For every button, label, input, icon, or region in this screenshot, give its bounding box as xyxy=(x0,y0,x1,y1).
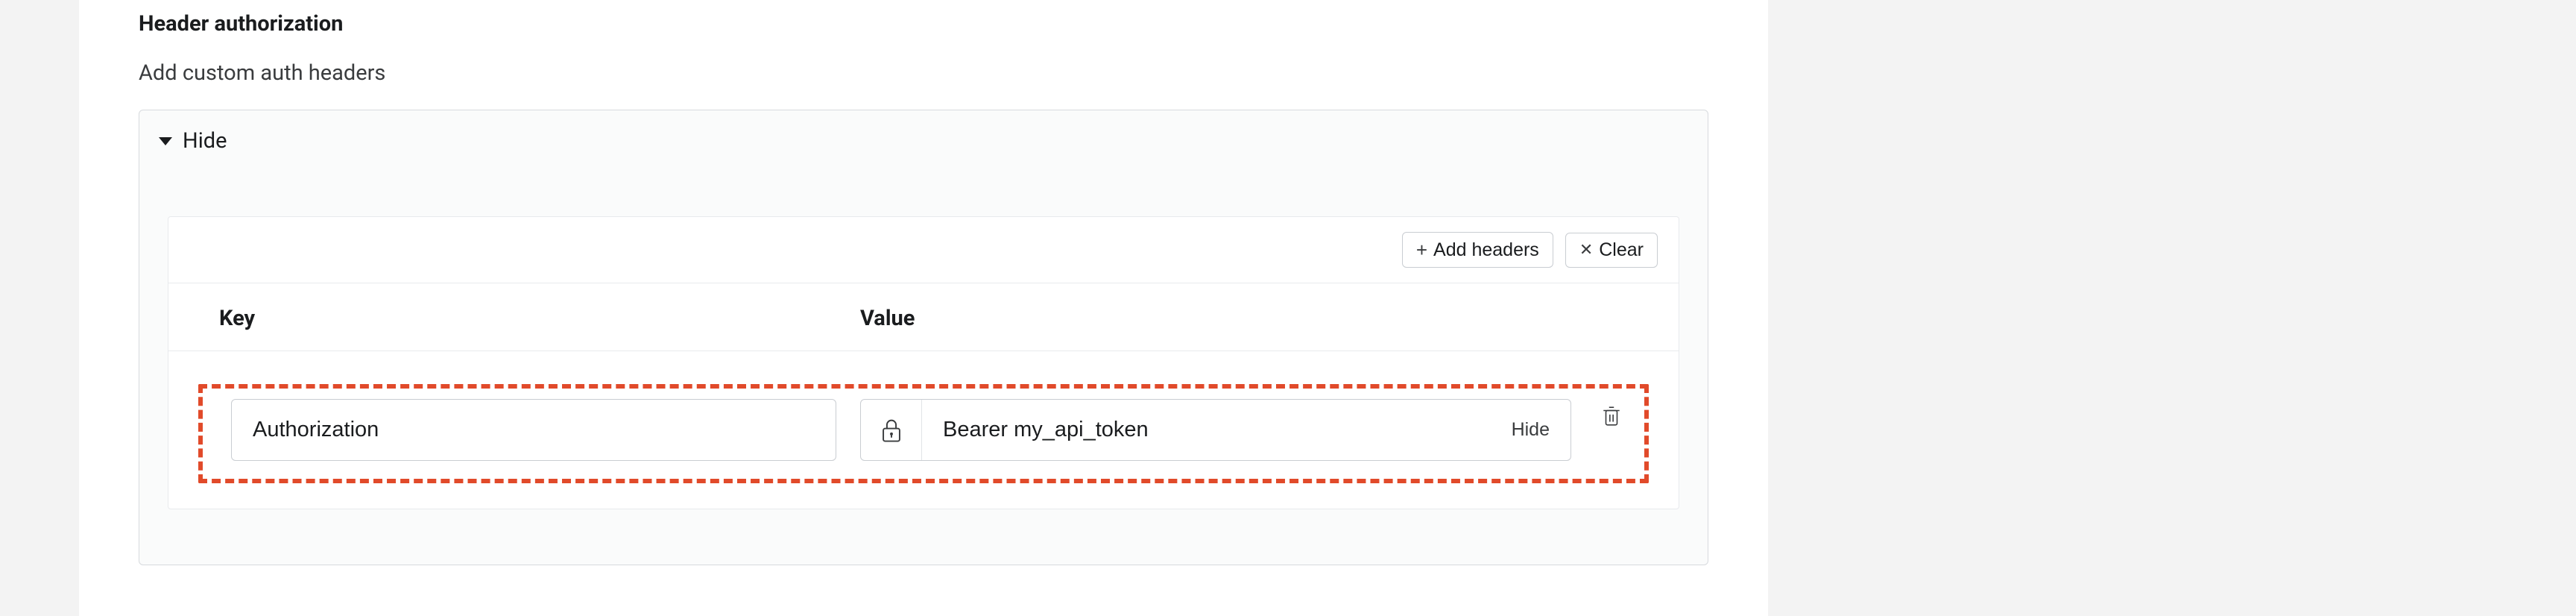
delete-row-button[interactable] xyxy=(1595,399,1628,461)
column-header-key: Key xyxy=(195,306,851,331)
x-icon: ✕ xyxy=(1579,242,1593,258)
table-action-bar: + Add headers ✕ Clear xyxy=(168,217,1679,283)
column-header-value: Value xyxy=(851,306,1652,331)
collapse-toggle[interactable]: Hide xyxy=(139,110,1708,172)
plus-icon: + xyxy=(1416,240,1427,260)
add-headers-label: Add headers xyxy=(1433,241,1539,260)
table-body: Hide xyxy=(168,351,1679,509)
trash-icon xyxy=(1602,405,1621,427)
hide-value-button[interactable]: Hide xyxy=(1491,400,1570,460)
header-value-wrapper: Hide xyxy=(860,399,1571,461)
section-subtitle: Add custom auth headers xyxy=(139,60,1708,88)
section-title: Header authorization xyxy=(139,10,1708,39)
clear-button[interactable]: ✕ Clear xyxy=(1565,233,1658,268)
auth-headers-box: Hide + Add headers ✕ Clear Key Value xyxy=(139,110,1708,565)
header-value-input[interactable] xyxy=(922,400,1491,460)
collapse-toggle-label: Hide xyxy=(183,128,227,154)
section-header: Header authorization Add custom auth hea… xyxy=(139,0,1708,87)
clear-label: Clear xyxy=(1599,241,1644,260)
table-header-row: Key Value xyxy=(168,283,1679,351)
add-headers-button[interactable]: + Add headers xyxy=(1402,232,1553,268)
header-row: Hide xyxy=(173,381,1674,479)
lock-icon xyxy=(880,418,903,443)
headers-table-panel: + Add headers ✕ Clear Key Value xyxy=(168,216,1679,509)
header-key-input[interactable] xyxy=(231,399,836,461)
caret-down-icon xyxy=(159,137,172,145)
lock-cell[interactable] xyxy=(861,400,922,460)
main-content-panel: Header authorization Add custom auth hea… xyxy=(79,0,1768,616)
